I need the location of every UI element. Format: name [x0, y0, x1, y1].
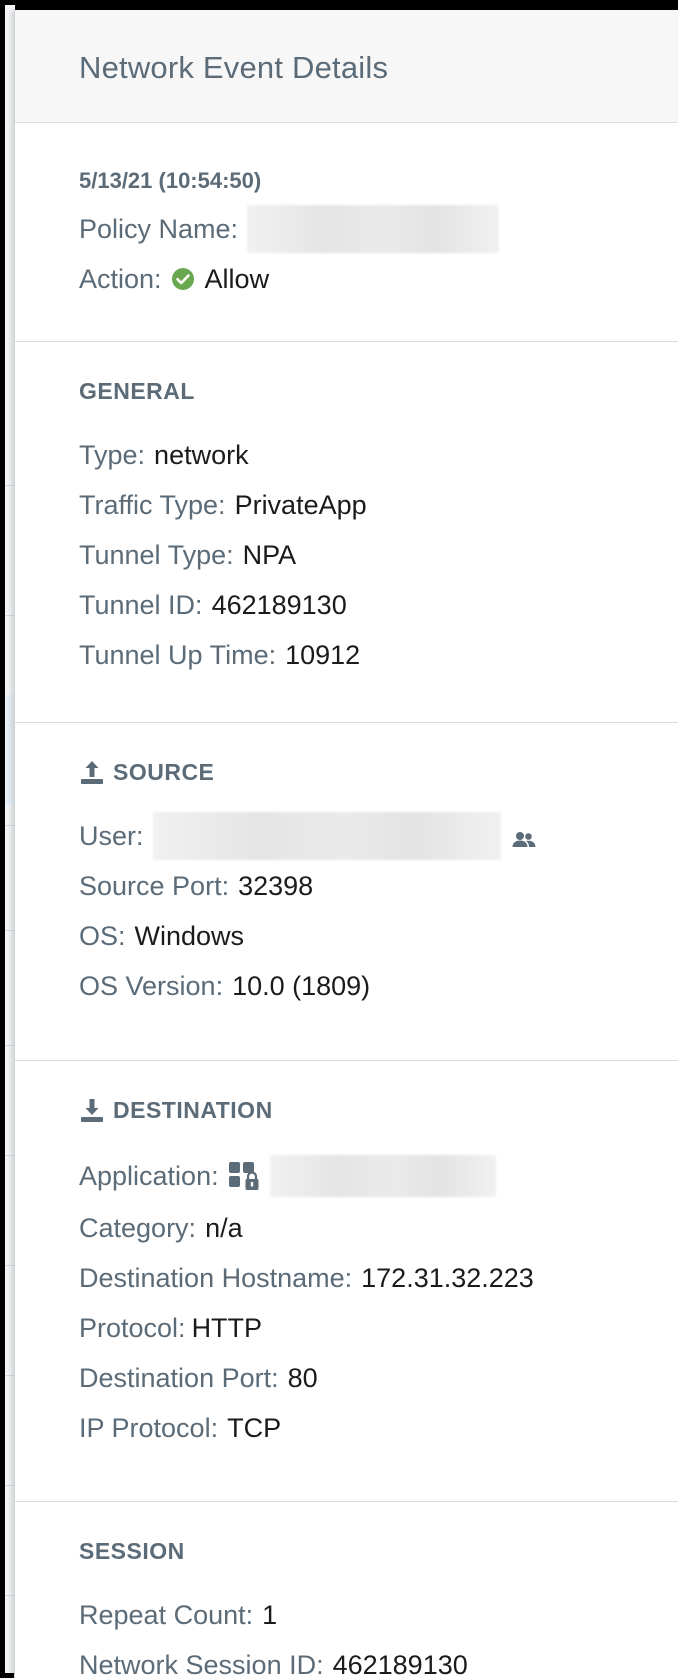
session-heading: SESSION — [79, 1534, 678, 1568]
application-label: Application: — [79, 1160, 219, 1191]
os-row: OS: Windows — [79, 911, 678, 961]
destination-port-row: Destination Port: 80 — [79, 1353, 678, 1403]
tunnel-up-time-value: 10912 — [285, 639, 361, 670]
user-group-icon[interactable] — [511, 826, 537, 847]
type-label: Type: — [79, 439, 146, 470]
source-port-row: Source Port: 32398 — [79, 861, 678, 911]
summary-section: 5/13/21 (10:54:50) Policy Name: Action: … — [15, 123, 678, 342]
source-port-value: 32398 — [238, 870, 314, 901]
ip-protocol-value: TCP — [227, 1412, 282, 1443]
download-icon — [79, 1096, 105, 1124]
category-value: n/a — [205, 1212, 243, 1243]
general-heading: GENERAL — [79, 374, 678, 408]
destination-heading: DESTINATION — [79, 1093, 678, 1127]
panel-title: Network Event Details — [79, 50, 389, 85]
policy-name-redacted-value — [247, 205, 500, 253]
source-heading-text: SOURCE — [113, 758, 215, 785]
ip-protocol-row: IP Protocol: TCP — [79, 1403, 678, 1453]
user-redacted-value — [152, 812, 501, 860]
tunnel-up-time-row: Tunnel Up Time: 10912 — [79, 630, 678, 680]
network-session-id-value: 462189130 — [332, 1649, 468, 1678]
destination-hostname-value: 172.31.32.223 — [361, 1262, 534, 1293]
destination-port-value: 80 — [287, 1362, 318, 1393]
os-value: Windows — [134, 920, 245, 951]
panel-header: Network Event Details — [15, 10, 678, 123]
category-row: Category: n/a — [79, 1203, 678, 1253]
protocol-row: Protocol: HTTP — [79, 1303, 678, 1353]
destination-hostname-label: Destination Hostname: — [79, 1262, 353, 1293]
network-session-id-row: Network Session ID: 462189130 — [79, 1640, 678, 1678]
tunnel-up-time-label: Tunnel Up Time: — [79, 639, 277, 670]
session-section: SESSION Repeat Count: 1 Network Session … — [15, 1502, 678, 1678]
tunnel-id-value: 462189130 — [211, 589, 347, 620]
traffic-type-row: Traffic Type: PrivateApp — [79, 480, 678, 530]
event-timestamp: 5/13/21 (10:54:50) — [79, 168, 262, 193]
traffic-type-label: Traffic Type: — [79, 489, 226, 520]
user-label: User: — [79, 820, 144, 851]
protocol-label: Protocol: — [79, 1312, 186, 1343]
upload-icon — [79, 758, 105, 786]
session-heading-text: SESSION — [79, 1537, 185, 1564]
tunnel-id-row: Tunnel ID: 462189130 — [79, 580, 678, 630]
application-redacted-value — [269, 1155, 496, 1197]
repeat-count-label: Repeat Count: — [79, 1599, 254, 1630]
os-version-label: OS Version: — [79, 970, 224, 1001]
screen-frame: Network Event Details 5/13/21 (10:54:50)… — [0, 0, 678, 1678]
repeat-count-row: Repeat Count: 1 — [79, 1590, 678, 1640]
policy-name-row: Policy Name: — [79, 204, 678, 254]
os-version-row: OS Version: 10.0 (1809) — [79, 961, 678, 1011]
traffic-type-value: PrivateApp — [234, 489, 367, 520]
source-port-label: Source Port: — [79, 870, 230, 901]
ip-protocol-label: IP Protocol: — [79, 1412, 219, 1443]
action-label: Action: — [79, 263, 162, 294]
tunnel-type-label: Tunnel Type: — [79, 539, 234, 570]
action-value: Allow — [204, 263, 270, 294]
network-session-id-label: Network Session ID: — [79, 1649, 324, 1678]
destination-hostname-row: Destination Hostname: 172.31.32.223 — [79, 1253, 678, 1303]
repeat-count-value: 1 — [262, 1599, 278, 1630]
os-label: OS: — [79, 920, 126, 951]
category-label: Category: — [79, 1212, 197, 1243]
user-row: User: — [79, 811, 678, 861]
general-heading-text: GENERAL — [79, 377, 195, 404]
type-value: network — [154, 439, 249, 470]
type-row: Type: network — [79, 430, 678, 480]
destination-heading-text: DESTINATION — [113, 1096, 273, 1123]
application-row: Application: — [79, 1149, 678, 1203]
protocol-value: HTTP — [191, 1312, 263, 1343]
tunnel-type-row: Tunnel Type: NPA — [79, 530, 678, 580]
tunnel-type-value: NPA — [242, 539, 297, 570]
destination-port-label: Destination Port: — [79, 1362, 279, 1393]
private-app-lock-icon — [228, 1160, 262, 1192]
check-circle-icon — [171, 267, 195, 291]
source-heading: SOURCE — [79, 755, 678, 789]
policy-name-label: Policy Name: — [79, 213, 239, 244]
os-version-value: 10.0 (1809) — [232, 970, 371, 1001]
action-row: Action: Allow — [79, 254, 678, 304]
tunnel-id-label: Tunnel ID: — [79, 589, 203, 620]
general-section: GENERAL Type: network Traffic Type: Priv… — [15, 342, 678, 723]
source-section: SOURCE User: Source Port: 32398 OS: Wind… — [15, 723, 678, 1061]
network-event-details-panel: Network Event Details 5/13/21 (10:54:50)… — [14, 10, 678, 1678]
destination-section: DESTINATION Application: Category: n/a D… — [15, 1061, 678, 1502]
